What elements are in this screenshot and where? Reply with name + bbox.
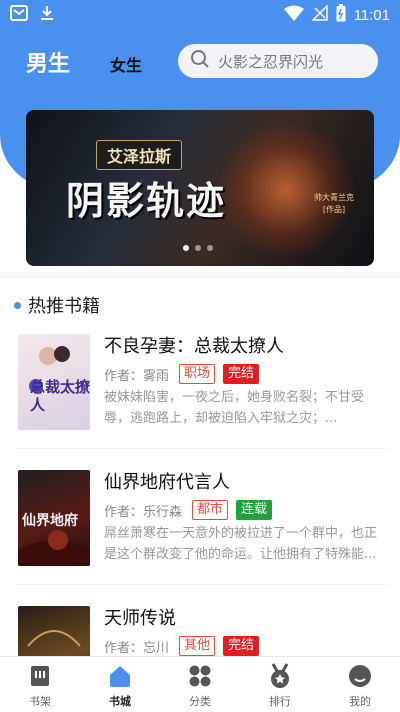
banner-carousel[interactable]: 艾泽拉斯 阴影轨迹 帅大青兰克 [作品]	[26, 110, 374, 266]
tab-female[interactable]: 女生	[110, 52, 142, 76]
section-bullet	[14, 301, 21, 309]
nav-label: 书架	[29, 695, 51, 708]
nav-item-bookshelf[interactable]: 书架	[0, 663, 80, 712]
wifi-icon	[283, 5, 304, 25]
banner-glow	[216, 120, 356, 260]
section-title: 热推书籍	[28, 296, 100, 317]
book-title[interactable]: 天师传说	[104, 606, 386, 632]
nav-item-ranking[interactable]: 排行	[240, 663, 320, 712]
book-cover[interactable]: 总裁太撩人	[18, 334, 90, 430]
book-author: 作者：忘川	[104, 640, 170, 656]
book-category-tag: 都市	[192, 500, 229, 520]
search-placeholder: 火影之忍界闪光	[218, 52, 324, 71]
book-status-badge: 完结	[223, 364, 260, 384]
search-icon	[190, 49, 210, 73]
book-category-tag: 其他	[179, 636, 216, 656]
book-meta: 作者：乐行森 都市 连载	[104, 499, 386, 521]
book-cover-title: 仙界地府	[22, 513, 78, 529]
section-divider	[0, 272, 400, 278]
nav-item-bookstore[interactable]: 书城	[80, 663, 160, 712]
book-info: 不良孕妻：总裁太撩人 作者：雾雨 职场 完结 被妹妹陷害，一夜之后，她身败名裂；…	[104, 334, 386, 429]
banner-subtitle: 艾泽拉斯	[96, 140, 183, 170]
nav-label: 我的	[349, 695, 371, 708]
book-description: 被妹妹陷害，一夜之后，她身败名裂；不甘受辱，逃跑路上，却被迫陷入牢狱之灾；...	[104, 390, 365, 426]
book-description: 屌丝萧寒在一天意外的被拉进了一个群中，也正是这个群改变了他的命运。让他拥有了特殊…	[104, 526, 378, 562]
tab-male[interactable]: 男生	[26, 46, 70, 78]
banner-author-tag: [作品]	[322, 205, 346, 214]
book-item[interactable]: 仙界地府 仙界地府代言人 作者：乐行森 都市 连载 屌丝萧寒在一天意外的被拉进了…	[16, 470, 386, 590]
book-meta: 作者：忘川 其他 完结	[104, 635, 386, 657]
status-time: 11:01	[353, 6, 390, 24]
book-title[interactable]: 仙界地府代言人	[104, 470, 386, 496]
book-item[interactable]: 总裁太撩人 不良孕妻：总裁太撩人 作者：雾雨 职场 完结 被妹妹陷害，一夜之后，…	[16, 334, 386, 454]
search-bar[interactable]: 火影之忍界闪光	[178, 44, 378, 78]
carousel-dot[interactable]	[183, 245, 189, 251]
nav-label: 分类	[189, 695, 211, 708]
bookstore-icon	[107, 663, 133, 689]
battery-icon	[336, 4, 346, 26]
carousel-dot[interactable]	[207, 245, 213, 251]
banner-title: 阴影轨迹	[66, 178, 227, 223]
ranking-icon	[267, 663, 293, 689]
status-bar: 11:01	[0, 0, 400, 28]
book-title[interactable]: 不良孕妻：总裁太撩人	[104, 334, 386, 360]
book-meta: 作者：雾雨 职场 完结	[104, 363, 386, 385]
category-icon	[187, 663, 213, 689]
banner-author: 帅大青兰克 [作品]	[308, 192, 360, 216]
carousel-dot[interactable]	[195, 245, 201, 251]
profile-icon	[347, 663, 373, 689]
book-info: 天师传说 作者：忘川 其他 完结	[104, 606, 386, 657]
download-icon	[40, 5, 54, 25]
section-header: 热推书籍	[14, 292, 100, 318]
nav-item-profile[interactable]: 我的	[320, 663, 400, 712]
book-cover[interactable]: 仙界地府	[18, 470, 90, 566]
book-author: 作者：雾雨	[104, 368, 170, 384]
book-author: 作者：乐行森	[104, 504, 183, 520]
nav-label: 书城	[109, 695, 131, 708]
book-category-tag: 职场	[179, 364, 216, 384]
book-status-badge: 完结	[223, 636, 260, 656]
book-status-badge: 连载	[236, 500, 273, 520]
top-nav: 男生 女生 火影之忍界闪光	[0, 42, 400, 82]
carousel-indicator	[183, 245, 213, 251]
book-cover-title: 总裁太撩人	[30, 378, 90, 414]
signal-off-icon	[310, 4, 328, 25]
nav-label: 排行	[269, 695, 291, 708]
bookshelf-icon	[27, 663, 53, 689]
book-info: 仙界地府代言人 作者：乐行森 都市 连载 屌丝萧寒在一天意外的被拉进了一个群中，…	[104, 470, 386, 565]
nav-item-category[interactable]: 分类	[160, 663, 240, 712]
list-divider	[16, 584, 386, 585]
bottom-nav: 书架 书城 分类 排行 我的	[0, 656, 400, 712]
notification-icon	[10, 5, 28, 25]
banner-author-name: 帅大青兰克	[314, 193, 354, 202]
list-divider	[16, 448, 386, 449]
